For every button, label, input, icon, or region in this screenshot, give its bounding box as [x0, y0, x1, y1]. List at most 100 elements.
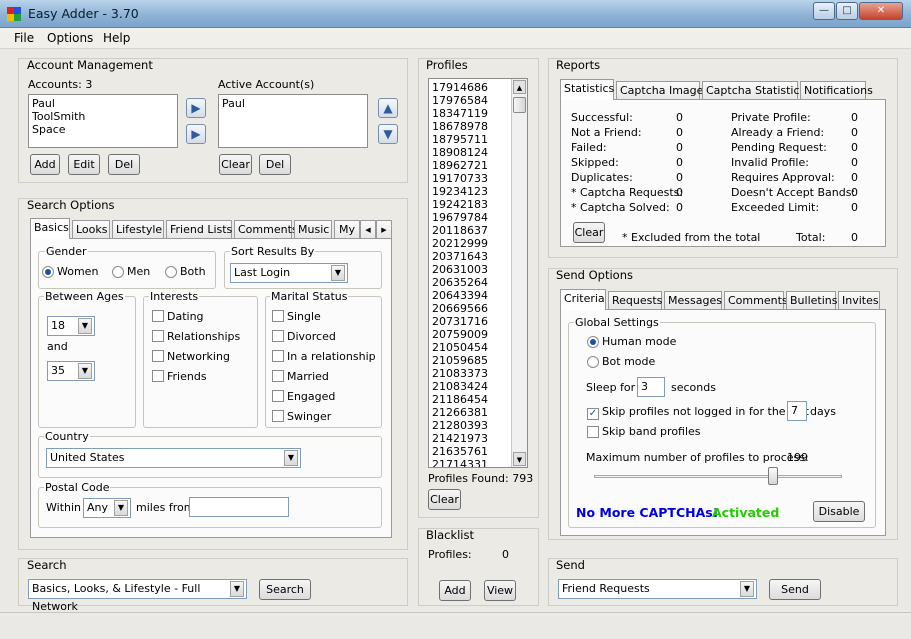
profile-id-item[interactable]: 21635761	[432, 445, 510, 458]
skip-band-checkbox[interactable]	[587, 426, 599, 441]
add-account-button[interactable]: Add	[30, 154, 60, 175]
move-up-icon[interactable]: ▲	[378, 98, 398, 118]
menu-file[interactable]: File	[14, 31, 34, 45]
maximize-icon[interactable]: □	[836, 2, 858, 20]
tab-scroll-right-icon[interactable]: ▶	[376, 220, 392, 239]
minimize-icon[interactable]: —	[813, 2, 835, 20]
age-min-select[interactable]: 18 ▼	[47, 316, 95, 336]
postal-code-input[interactable]	[189, 497, 289, 517]
clear-active-button[interactable]: Clear	[219, 154, 252, 175]
marital-married-checkbox[interactable]	[272, 370, 284, 385]
scroll-thumb[interactable]	[513, 97, 526, 113]
interest-dating-checkbox[interactable]	[152, 310, 164, 325]
profile-id-item[interactable]: 20731716	[432, 315, 510, 328]
menu-help[interactable]: Help	[103, 31, 130, 45]
move-down-icon[interactable]: ▼	[378, 124, 398, 144]
tab-comments[interactable]: Comments	[234, 220, 298, 239]
profile-id-item[interactable]: 19242183	[432, 198, 510, 211]
close-icon[interactable]: ✕	[859, 2, 903, 20]
profile-id-item[interactable]: 21083373	[432, 367, 510, 380]
move-right-arrow-icon[interactable]: ▶	[186, 124, 206, 144]
gender-women-radio[interactable]	[42, 266, 54, 281]
marital-relationship-checkbox[interactable]	[272, 350, 284, 365]
country-select[interactable]: United States ▼	[46, 448, 301, 468]
profile-id-item[interactable]: 17914686	[432, 81, 510, 94]
marital-engaged-checkbox[interactable]	[272, 390, 284, 405]
tab-captcha-statistics[interactable]: Captcha Statistics	[702, 81, 805, 100]
interest-friends-checkbox[interactable]	[152, 370, 164, 385]
blacklist-add-button[interactable]: Add	[439, 580, 471, 601]
profile-id-item[interactable]: 20759009	[432, 328, 510, 341]
profiles-scrollbar[interactable]: ▲ ▼	[511, 79, 527, 467]
tab-notifications[interactable]: Notifications	[800, 81, 873, 100]
delete-active-button[interactable]: Del	[259, 154, 291, 175]
tab-scroll-left-icon[interactable]: ◀	[360, 220, 376, 239]
blacklist-view-button[interactable]: View	[484, 580, 516, 601]
skip-not-logged-checkbox[interactable]: ✓	[587, 406, 599, 420]
profile-id-item[interactable]: 19234123	[432, 185, 510, 198]
profile-id-item[interactable]: 20371643	[432, 250, 510, 263]
edit-account-button[interactable]: Edit	[68, 154, 100, 175]
profile-id-item[interactable]: 21714331	[432, 458, 510, 467]
tab-statistics[interactable]: Statistics	[560, 79, 614, 100]
profile-id-item[interactable]: 21083424	[432, 380, 510, 393]
human-mode-radio[interactable]	[587, 336, 599, 351]
profile-id-item[interactable]: 17976584	[432, 94, 510, 107]
tab-basics[interactable]: Basics	[30, 218, 70, 239]
list-item[interactable]: Space	[32, 123, 174, 136]
skip-days-input[interactable]: 7	[787, 401, 807, 421]
profile-id-item[interactable]: 21266381	[432, 406, 510, 419]
profile-id-item[interactable]: 18678978	[432, 120, 510, 133]
within-select[interactable]: Any ▼	[83, 498, 131, 518]
profile-id-item[interactable]: 20118637	[432, 224, 510, 237]
profile-id-item[interactable]: 19679784	[432, 211, 510, 224]
list-item[interactable]: ToolSmith	[32, 110, 174, 123]
profile-id-item[interactable]: 19170733	[432, 172, 510, 185]
tab-looks[interactable]: Looks	[72, 220, 110, 239]
tab-criteria[interactable]: Criteria	[560, 289, 606, 310]
profile-id-item[interactable]: 21421973	[432, 432, 510, 445]
list-item[interactable]: Paul	[222, 97, 364, 110]
profile-id-item[interactable]: 21186454	[432, 393, 510, 406]
profile-id-item[interactable]: 18347119	[432, 107, 510, 120]
add-active-arrow-icon[interactable]: ▶	[186, 98, 206, 118]
interest-relationships-checkbox[interactable]	[152, 330, 164, 345]
marital-single-checkbox[interactable]	[272, 310, 284, 325]
profile-id-item[interactable]: 18908124	[432, 146, 510, 159]
profile-id-item[interactable]: 21059685	[432, 354, 510, 367]
bot-mode-radio[interactable]	[587, 356, 599, 371]
profile-id-item[interactable]: 20631003	[432, 263, 510, 276]
max-profiles-slider-thumb[interactable]	[767, 467, 778, 485]
marital-swinger-checkbox[interactable]	[272, 410, 284, 425]
tab-comments-send[interactable]: Comments	[724, 291, 788, 310]
scroll-down-icon[interactable]: ▼	[513, 452, 526, 466]
gender-both-radio[interactable]	[165, 266, 177, 281]
tab-captcha-image[interactable]: Captcha Image	[616, 81, 703, 100]
disable-captcha-button[interactable]: Disable	[813, 501, 865, 522]
tab-lifestyle[interactable]: Lifestyle	[112, 220, 164, 239]
search-button[interactable]: Search	[259, 579, 311, 600]
profile-id-item[interactable]: 21280393	[432, 419, 510, 432]
tab-messages[interactable]: Messages	[664, 291, 722, 310]
sleep-seconds-input[interactable]: 3	[637, 377, 665, 397]
menu-options[interactable]: Options	[47, 31, 93, 45]
tab-invites[interactable]: Invites	[838, 291, 880, 310]
send-type-select[interactable]: Friend Requests ▼	[558, 579, 757, 599]
interest-networking-checkbox[interactable]	[152, 350, 164, 365]
clear-profiles-button[interactable]: Clear	[428, 489, 461, 510]
active-accounts-list[interactable]: Paul	[218, 94, 368, 148]
profile-id-item[interactable]: 18962721	[432, 159, 510, 172]
delete-account-button[interactable]: Del	[108, 154, 140, 175]
profile-id-item[interactable]: 20212999	[432, 237, 510, 250]
send-button[interactable]: Send	[769, 579, 821, 600]
max-profiles-slider-track[interactable]	[594, 475, 842, 478]
scroll-up-icon[interactable]: ▲	[513, 80, 526, 94]
list-item[interactable]: Paul	[32, 97, 174, 110]
sort-select[interactable]: Last Login ▼	[230, 263, 348, 283]
age-max-select[interactable]: 35 ▼	[47, 361, 95, 381]
accounts-list[interactable]: Paul ToolSmith Space	[28, 94, 178, 148]
profile-id-item[interactable]: 21050454	[432, 341, 510, 354]
tab-friend-lists[interactable]: Friend Lists	[166, 220, 232, 239]
tab-my[interactable]: My	[334, 220, 360, 239]
profile-id-item[interactable]: 18795711	[432, 133, 510, 146]
